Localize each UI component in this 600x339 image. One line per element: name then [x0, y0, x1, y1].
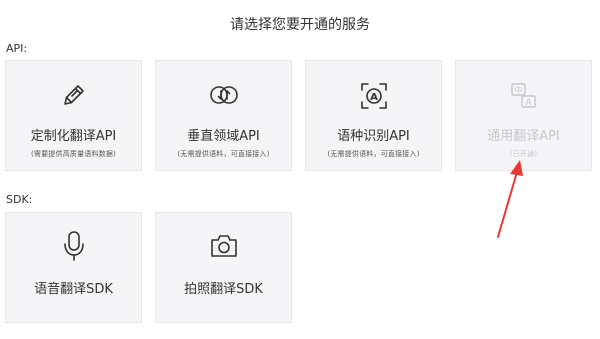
card-title: 拍照翻译SDK: [184, 282, 263, 297]
language-scan-icon: A: [306, 81, 441, 111]
photo-translation-sdk-card[interactable]: 拍照翻译SDK: [155, 212, 292, 323]
card-title: 语音翻译SDK: [34, 282, 113, 297]
custom-translation-api-card[interactable]: 定制化翻译API (需要提供高质量语料数据): [5, 60, 142, 171]
page-title: 请选择您要开通的服务: [230, 17, 370, 33]
card-subtitle: (无需提供语料，可直接接入): [177, 150, 270, 158]
svg-text:中: 中: [514, 85, 522, 95]
api-section-label: API:: [6, 42, 28, 55]
circular-arrows-icon: [156, 81, 291, 109]
svg-text:A: A: [525, 98, 532, 108]
voice-translation-sdk-card[interactable]: 语音翻译SDK: [5, 212, 142, 323]
camera-icon: [156, 233, 291, 259]
vertical-domain-api-card[interactable]: 垂直领域API (无需提供语料，可直接接入): [155, 60, 292, 171]
pencil-icon: [6, 81, 141, 109]
card-subtitle: (已开通): [509, 150, 538, 158]
microphone-icon: [6, 230, 141, 262]
svg-text:A: A: [370, 92, 378, 103]
card-title: 语种识别API: [337, 129, 410, 144]
card-title: 定制化翻译API: [30, 129, 117, 144]
translate-icon: 中 A: [456, 81, 591, 111]
general-translation-api-card: 中 A 通用翻译API (已开通): [455, 60, 592, 171]
card-subtitle: (需要提供高质量语料数据): [30, 150, 117, 158]
sdk-section-label: SDK:: [6, 193, 33, 206]
language-detection-api-card[interactable]: A 语种识别API (无需提供语料，可直接接入): [305, 60, 442, 171]
card-subtitle: (无需提供语料，可直接接入): [327, 150, 420, 158]
card-title: 垂直领域API: [187, 129, 260, 144]
card-title: 通用翻译API: [487, 129, 560, 144]
